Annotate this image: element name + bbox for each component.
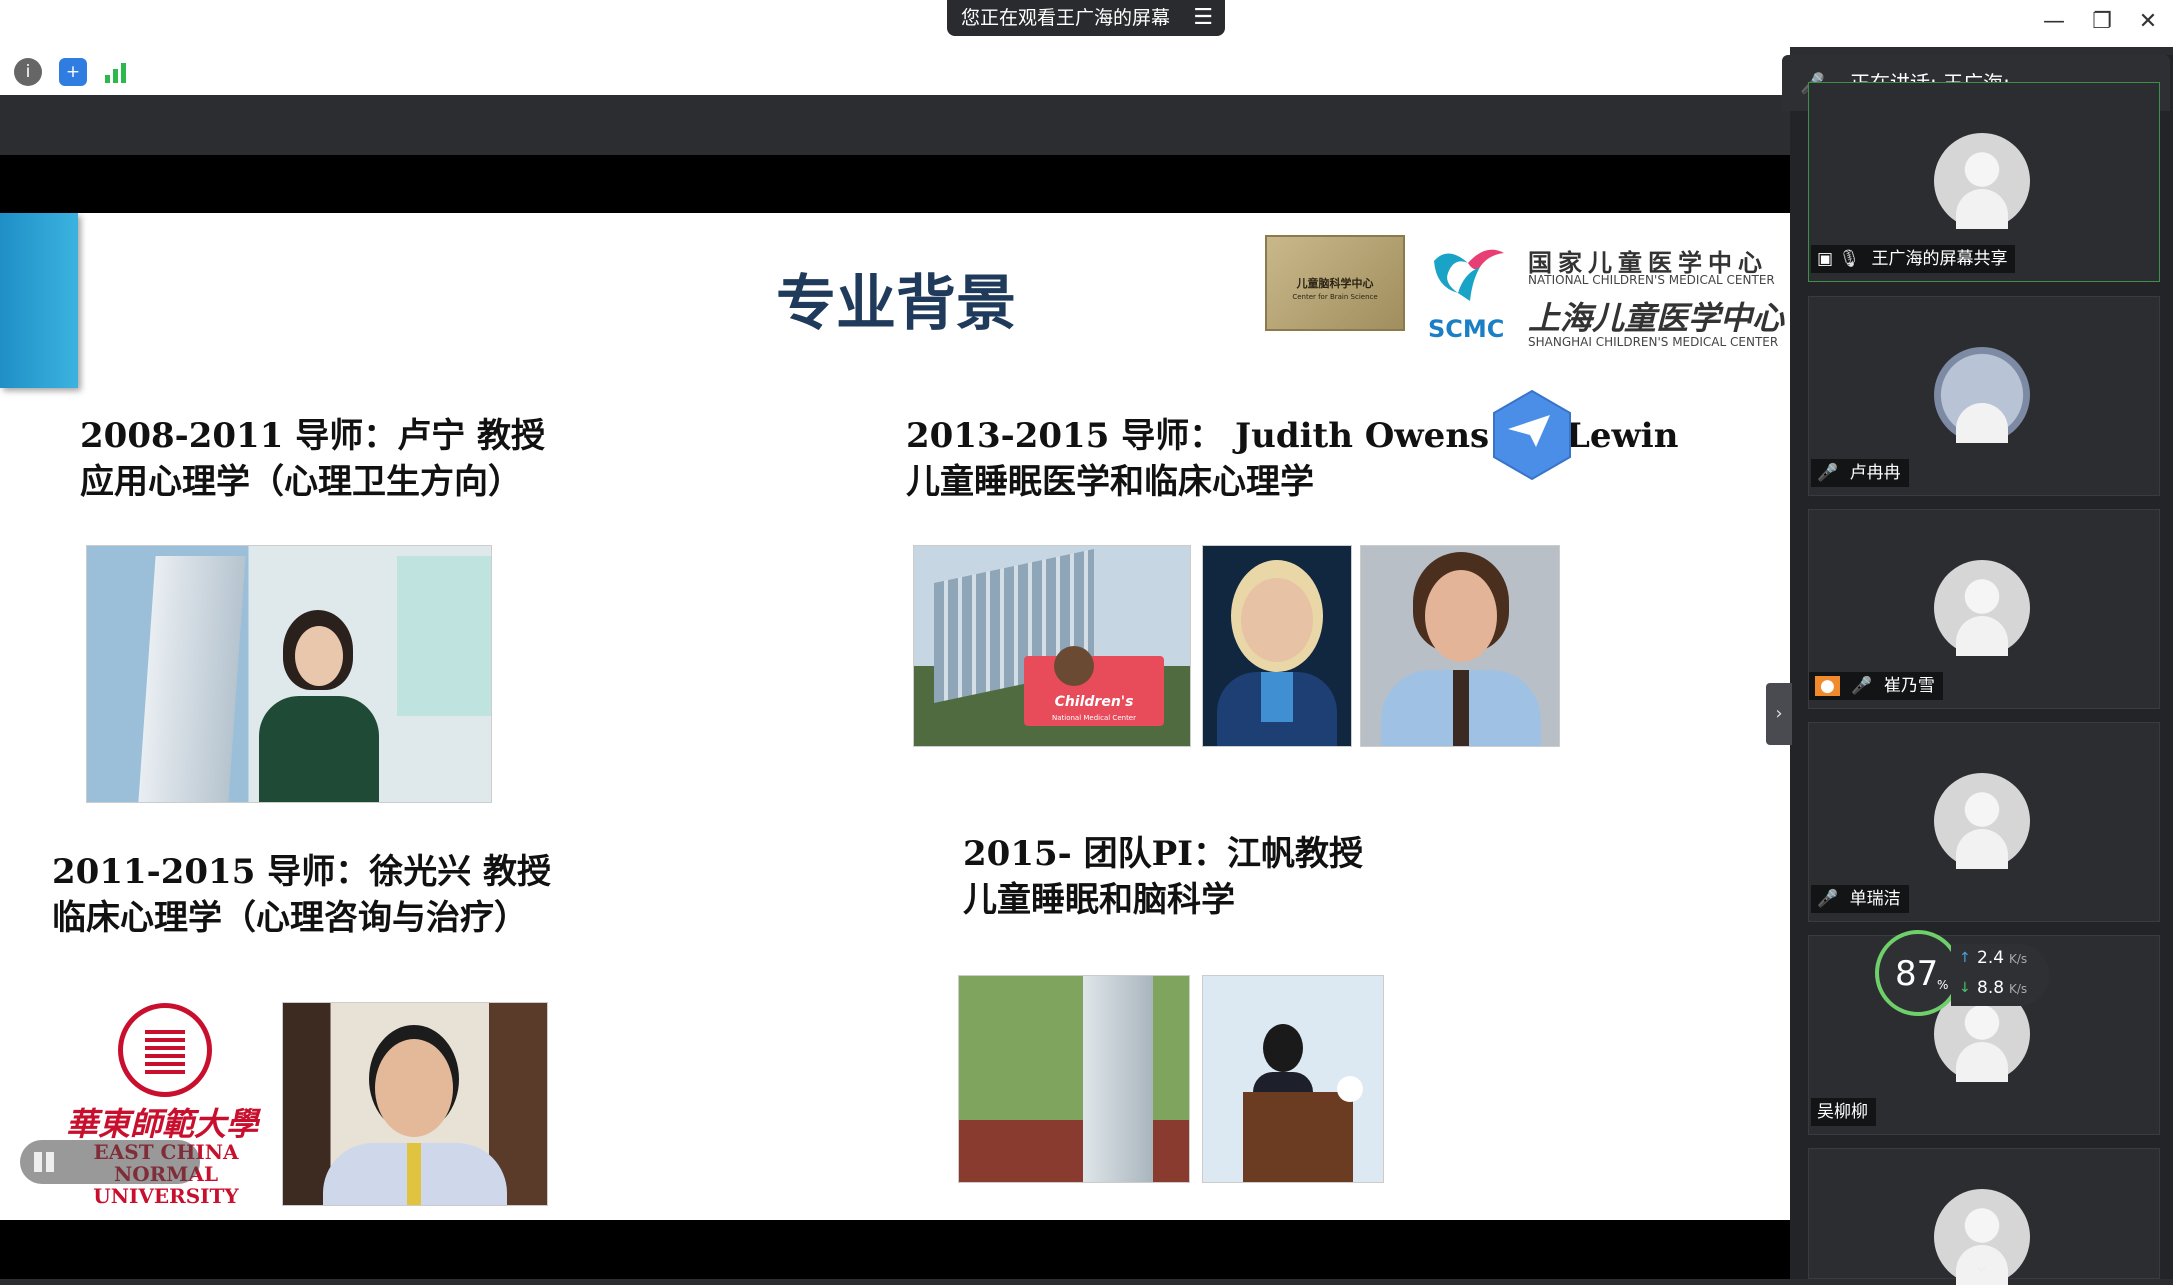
participant-tile[interactable]: ● 🎤 崔乃雪 — [1808, 509, 2160, 709]
block4-line1: 2015- 团队PI：江帆教授 — [963, 834, 1364, 874]
restore-icon[interactable]: ❐ — [2084, 6, 2120, 38]
block4-line2: 儿童睡眠和脑科学 — [963, 880, 1235, 920]
photo-childrens-hospital: Children's National Medical Center — [913, 545, 1191, 747]
upload-speed: 2.4 — [1977, 948, 2005, 968]
download-icon: ↓ — [1959, 980, 1971, 996]
scmc-logo-mark — [1428, 243, 1512, 303]
participant-name: 崔乃雪 — [1883, 676, 1935, 696]
close-icon[interactable]: ✕ — [2130, 6, 2166, 38]
participant-name-tag: 🎤 卢冉冉 — [1811, 459, 1909, 487]
avatar — [1934, 133, 2030, 229]
share-banner-text: 您正在观看王广海的屏幕 — [961, 7, 1171, 29]
screen-share-banner[interactable]: 您正在观看王广海的屏幕 ☰ — [947, 0, 1225, 36]
scroll-down-icon[interactable]: ⌄ — [1973, 1253, 1990, 1277]
participant-tile[interactable]: 🎤 卢冉冉 — [1808, 296, 2160, 496]
info-icon[interactable]: i — [14, 58, 42, 86]
avatar — [1934, 347, 2030, 443]
shared-slide: 专业背景 儿童脑科学中心 Center for Brain Science SC… — [0, 213, 1792, 1220]
mic-icon: 🎙 — [1838, 249, 1861, 269]
participant-name-tag: ▣ 🎙 王广海的屏幕共享 — [1811, 245, 2016, 273]
brain-center-logo: 儿童脑科学中心 Center for Brain Science — [1265, 235, 1405, 331]
participant-name: 卢冉冉 — [1849, 463, 1901, 483]
participant-name: 单瑞洁 — [1849, 889, 1901, 909]
screen-share-icon: ▣ — [1817, 249, 1834, 269]
avatar — [1934, 773, 2030, 869]
upload-unit: K/s — [2009, 952, 2028, 966]
minimize-icon[interactable]: — — [2036, 6, 2072, 38]
mic-muted-icon: 🎤 — [1851, 676, 1873, 696]
photo-campus-sign — [958, 975, 1190, 1183]
meeting-toolbar: i + — [0, 47, 1790, 96]
block2-line2: 儿童睡眠医学和临床心理学 — [906, 462, 1314, 502]
shcmc-cn: 上海儿童医学中心 — [1528, 299, 1785, 337]
mic-muted-icon: 🎤 — [1817, 463, 1839, 483]
upload-icon: ↑ — [1959, 950, 1971, 966]
ecnu-name-cn: 華東師範大學 — [66, 1105, 259, 1143]
photo-judith-owens — [1202, 545, 1352, 747]
letterbox-top — [0, 155, 1792, 213]
shield-icon[interactable]: + — [59, 58, 87, 86]
block1-line2: 应用心理学（心理卫生方向） — [80, 462, 522, 502]
grid-icon[interactable] — [34, 1152, 54, 1172]
cpu-percent-unit: % — [1937, 978, 1949, 992]
participant-name-tag: 🎤 单瑞洁 — [1811, 885, 1909, 913]
download-speed: 8.8 — [1977, 978, 2005, 998]
cpu-gauge: 87 % — [1875, 930, 1961, 1016]
participant-tile[interactable]: ⌄ — [1808, 1148, 2160, 1285]
signal-icon[interactable] — [103, 61, 131, 83]
photo-university-campus — [86, 545, 492, 803]
brain-center-text: 儿童脑科学中心 — [1296, 277, 1374, 290]
cpu-percent: 87 — [1895, 954, 1939, 994]
list-icon[interactable]: ☰ — [1193, 0, 1213, 36]
ecnu-en-line2: UNIVERSITY — [93, 1184, 239, 1208]
letterbox-bottom — [0, 1220, 1792, 1279]
ecnu-seal-logo — [118, 1003, 212, 1097]
block2-line1: 2013-2015 导师： Judith Owens Da — [906, 416, 1553, 456]
download-unit: K/s — [2009, 982, 2028, 996]
photo-jiang-fan-podium — [1202, 975, 1384, 1183]
childrens-sub: National Medical Center — [1052, 714, 1136, 722]
speed-box: ↑ 2.4 K/s ↓ 8.8 K/s — [1951, 944, 2049, 1006]
participant-name: 王广海的屏幕共享 — [1871, 249, 2008, 269]
host-icon: ● — [1815, 676, 1840, 696]
photo-xu-guangxing — [282, 1002, 548, 1206]
shcmc-en: SHANGHAI CHILDREN'S MEDICAL CENTER — [1528, 335, 1779, 349]
participant-tile[interactable]: ▣ 🎙 王广海的屏幕共享 — [1808, 82, 2160, 282]
participant-name-tag: ● 🎤 崔乃雪 — [1809, 672, 1943, 700]
participant-tile[interactable]: 🎤 单瑞洁 — [1808, 722, 2160, 922]
block1-line1: 2008-2011 导师：卢宁 教授 — [80, 416, 546, 456]
childrens-sign: Children's — [1054, 694, 1134, 710]
floating-control[interactable] — [20, 1140, 200, 1184]
bird-badge-icon[interactable] — [1490, 389, 1574, 481]
scmc-text: SCMC — [1428, 315, 1505, 343]
block2-line1b: Lewin — [1566, 416, 1679, 456]
block3-line1: 2011-2015 导师：徐光兴 教授 — [52, 852, 552, 892]
stage-background — [0, 95, 1790, 155]
ncmc-en: NATIONAL CHILDREN'S MEDICAL CENTER — [1528, 273, 1775, 287]
slide-accent-bar — [0, 213, 78, 388]
participant-name-tag: 吴柳柳 — [1811, 1098, 1876, 1126]
mic-muted-icon: 🎤 — [1817, 889, 1839, 909]
photo-daniel-lewin — [1360, 545, 1560, 747]
slide-title: 专业背景 — [776, 269, 1016, 339]
block3-line2: 临床心理学（心理咨询与治疗） — [52, 898, 528, 938]
brain-center-sub: Center for Brain Science — [1292, 293, 1378, 301]
avatar — [1934, 560, 2030, 656]
network-monitor[interactable]: 87 % ↑ 2.4 K/s ↓ 8.8 K/s — [1875, 930, 2050, 1020]
collapse-panel-button[interactable]: › — [1766, 683, 1792, 745]
participant-name: 吴柳柳 — [1817, 1102, 1868, 1122]
